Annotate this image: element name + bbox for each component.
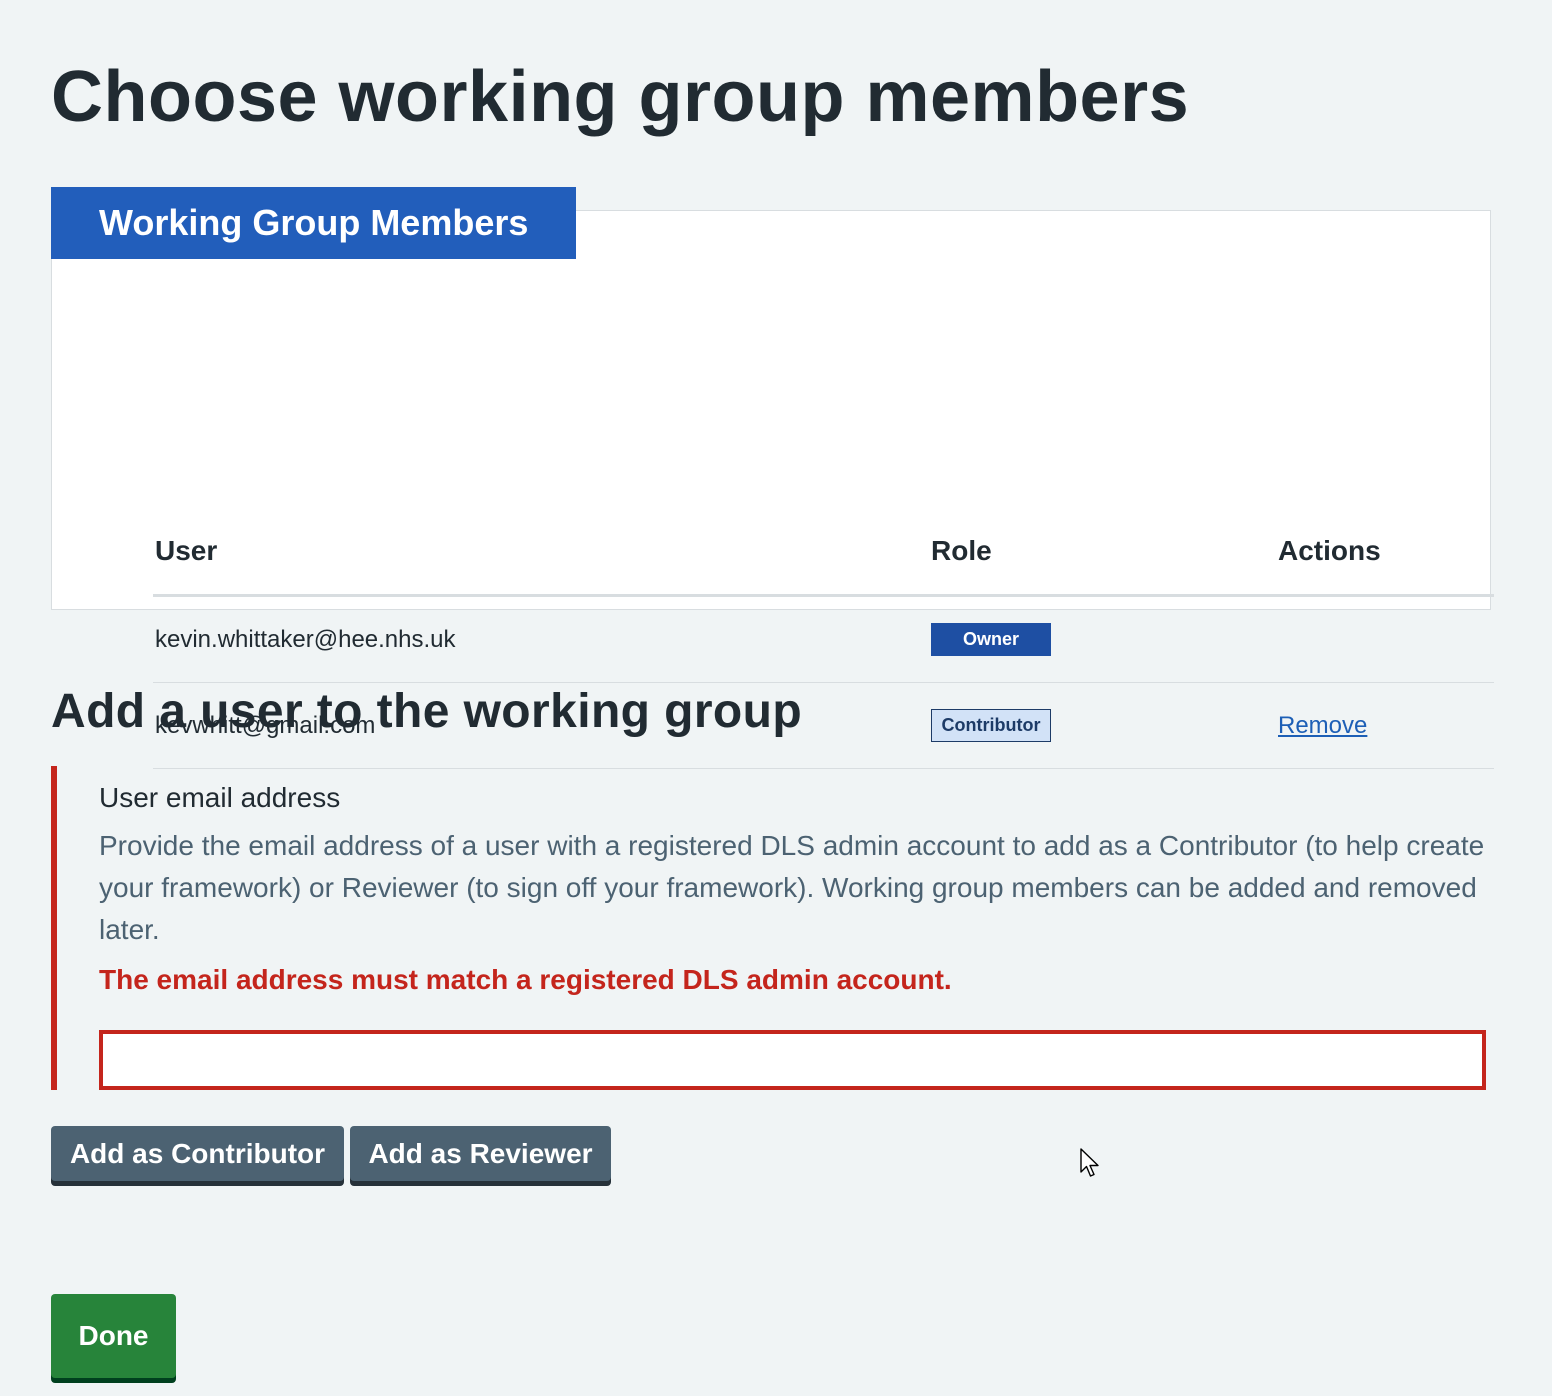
page-title: Choose working group members bbox=[51, 57, 1190, 137]
table-header-row: User Role Actions bbox=[153, 508, 1494, 597]
email-form-group-error: User email address Provide the email add… bbox=[51, 766, 1486, 1090]
column-header-role: Role bbox=[929, 508, 1276, 597]
column-header-actions: Actions bbox=[1276, 508, 1494, 597]
add-as-reviewer-button[interactable]: Add as Reviewer bbox=[350, 1126, 611, 1181]
contributor-role-tag: Contributor bbox=[931, 709, 1051, 742]
role-cell: Contributor bbox=[929, 682, 1276, 769]
member-email: kevin.whittaker@hee.nhs.uk bbox=[153, 595, 929, 683]
email-field-hint: Provide the email address of a user with… bbox=[99, 830, 1485, 945]
mouse-pointer-icon bbox=[1080, 1148, 1099, 1177]
owner-role-tag: Owner bbox=[931, 623, 1051, 656]
column-header-user: User bbox=[153, 508, 929, 597]
actions-cell: Remove bbox=[1276, 682, 1494, 769]
email-field[interactable] bbox=[99, 1030, 1486, 1090]
members-card-heading: Working Group Members bbox=[51, 187, 576, 259]
actions-cell bbox=[1276, 595, 1494, 683]
email-error-message: The email address must match a registere… bbox=[99, 964, 952, 995]
add-as-contributor-button[interactable]: Add as Contributor bbox=[51, 1126, 344, 1181]
email-field-label: User email address bbox=[99, 782, 341, 813]
members-card: User Role Actions kevin.whittaker@hee.nh… bbox=[51, 210, 1494, 769]
remove-member-link[interactable]: Remove bbox=[1278, 712, 1367, 739]
table-row: kevin.whittaker@hee.nhs.uk Owner bbox=[153, 595, 1494, 683]
role-cell: Owner bbox=[929, 595, 1276, 683]
done-button[interactable]: Done bbox=[51, 1294, 176, 1378]
add-user-heading: Add a user to the working group bbox=[51, 685, 803, 738]
